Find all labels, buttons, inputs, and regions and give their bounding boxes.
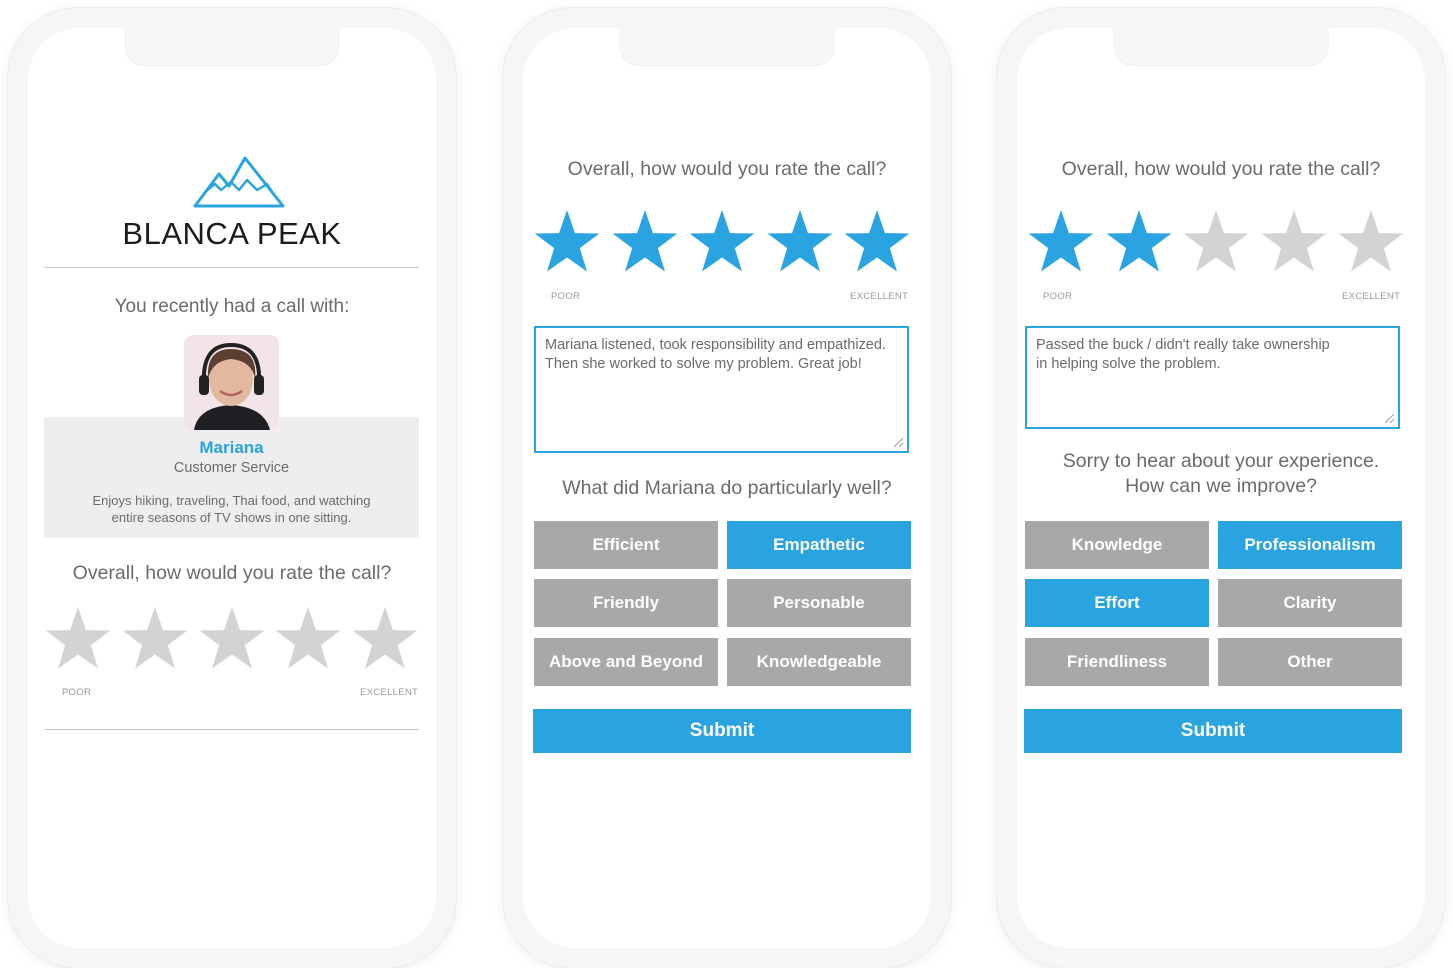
- screen-welcome: BLANCA PEAK You recently had a call with…: [28, 28, 436, 948]
- agent-bio-line-2: entire seasons of TV shows in one sittin…: [111, 510, 352, 525]
- followup-question: Sorry to hear about your experience. How…: [1017, 449, 1425, 499]
- star-rating[interactable]: [533, 209, 911, 275]
- star-rating[interactable]: [1027, 209, 1405, 275]
- star-4-icon[interactable]: [766, 209, 834, 275]
- option-above-and-beyond-button[interactable]: Above and Beyond: [534, 638, 718, 686]
- phone-notch: [1113, 28, 1329, 66]
- star-4-icon[interactable]: [274, 606, 342, 672]
- star-2-icon[interactable]: [121, 606, 189, 672]
- mountain-logo-icon: [193, 156, 285, 208]
- star-2-icon[interactable]: [1105, 209, 1173, 275]
- option-effort-button[interactable]: Effort: [1025, 579, 1209, 627]
- resize-handle-icon[interactable]: [892, 436, 904, 448]
- star-rating[interactable]: [44, 606, 419, 672]
- option-personable-button[interactable]: Personable: [727, 579, 911, 627]
- option-clarity-button[interactable]: Clarity: [1218, 579, 1402, 627]
- star-4-icon[interactable]: [1260, 209, 1328, 275]
- comment-line-1: Passed the buck / didn't really take own…: [1036, 337, 1330, 353]
- star-1-icon[interactable]: [533, 209, 601, 275]
- scale-high-label: EXCELLENT: [850, 291, 909, 302]
- agent-photo-icon: [184, 335, 279, 430]
- scale-low-label: POOR: [1043, 291, 1073, 302]
- submit-button[interactable]: Submit: [533, 709, 911, 753]
- agent-bio: Enjoys hiking, traveling, Thai food, and…: [44, 492, 419, 526]
- submit-button[interactable]: Submit: [1024, 709, 1402, 753]
- comment-line-2: in helping solve the problem.: [1036, 356, 1221, 372]
- option-professionalism-button[interactable]: Professionalism: [1218, 521, 1402, 569]
- option-knowledgeable-button[interactable]: Knowledgeable: [727, 638, 911, 686]
- star-5-icon[interactable]: [843, 209, 911, 275]
- agent-role: Customer Service: [173, 460, 290, 476]
- option-friendliness-button[interactable]: Friendliness: [1025, 638, 1209, 686]
- phone-frame-1: BLANCA PEAK You recently had a call with…: [8, 8, 456, 968]
- divider-top: [44, 267, 419, 268]
- rating-question: Overall, how would you rate the call?: [567, 158, 887, 180]
- comment-textarea[interactable]: Mariana listened, took responsibility an…: [534, 326, 909, 453]
- phone-frame-2: Overall, how would you rate the call? PO…: [503, 8, 951, 968]
- comment-line-2: Then she worked to solve my problem. Gre…: [545, 356, 862, 372]
- scale-low-label: POOR: [62, 687, 92, 698]
- comment-line-1: Mariana listened, took responsibility an…: [545, 337, 886, 353]
- phone-frame-3: Overall, how would you rate the call? PO…: [997, 8, 1445, 968]
- star-1-icon[interactable]: [1027, 209, 1095, 275]
- followup-line-1: Sorry to hear about your experience.: [1062, 450, 1380, 472]
- option-knowledge-button[interactable]: Knowledge: [1025, 521, 1209, 569]
- option-friendly-button[interactable]: Friendly: [534, 579, 718, 627]
- star-3-icon[interactable]: [198, 606, 266, 672]
- star-5-icon[interactable]: [351, 606, 419, 672]
- rating-question: Overall, how would you rate the call?: [72, 562, 392, 584]
- followup-line-2: How can we improve?: [1125, 475, 1317, 497]
- phone-notch: [124, 28, 340, 66]
- scale-high-label: EXCELLENT: [1342, 291, 1401, 302]
- agent-avatar: [184, 335, 279, 430]
- resize-handle-icon[interactable]: [1383, 412, 1395, 424]
- option-other-button[interactable]: Other: [1218, 638, 1402, 686]
- followup-question: What did Mariana do particularly well?: [562, 477, 892, 499]
- brand-name: BLANCA PEAK: [122, 216, 342, 251]
- star-1-icon[interactable]: [44, 606, 112, 672]
- star-2-icon[interactable]: [611, 209, 679, 275]
- option-empathetic-button[interactable]: Empathetic: [727, 521, 911, 569]
- comment-textarea[interactable]: Passed the buck / didn't really take own…: [1025, 326, 1400, 429]
- option-efficient-button[interactable]: Efficient: [534, 521, 718, 569]
- divider-bottom: [44, 729, 419, 730]
- scale-high-label: EXCELLENT: [360, 687, 419, 698]
- agent-bio-line-1: Enjoys hiking, traveling, Thai food, and…: [92, 493, 371, 508]
- screen-positive-feedback: Overall, how would you rate the call? PO…: [523, 28, 931, 948]
- star-3-icon[interactable]: [1182, 209, 1250, 275]
- agent-name: Mariana: [199, 438, 264, 457]
- star-5-icon[interactable]: [1337, 209, 1405, 275]
- phone-notch: [619, 28, 835, 66]
- screen-negative-feedback: Overall, how would you rate the call? PO…: [1017, 28, 1425, 948]
- star-3-icon[interactable]: [688, 209, 756, 275]
- intro-text: You recently had a call with:: [114, 296, 350, 317]
- rating-question: Overall, how would you rate the call?: [1061, 158, 1381, 180]
- scale-low-label: POOR: [551, 291, 581, 302]
